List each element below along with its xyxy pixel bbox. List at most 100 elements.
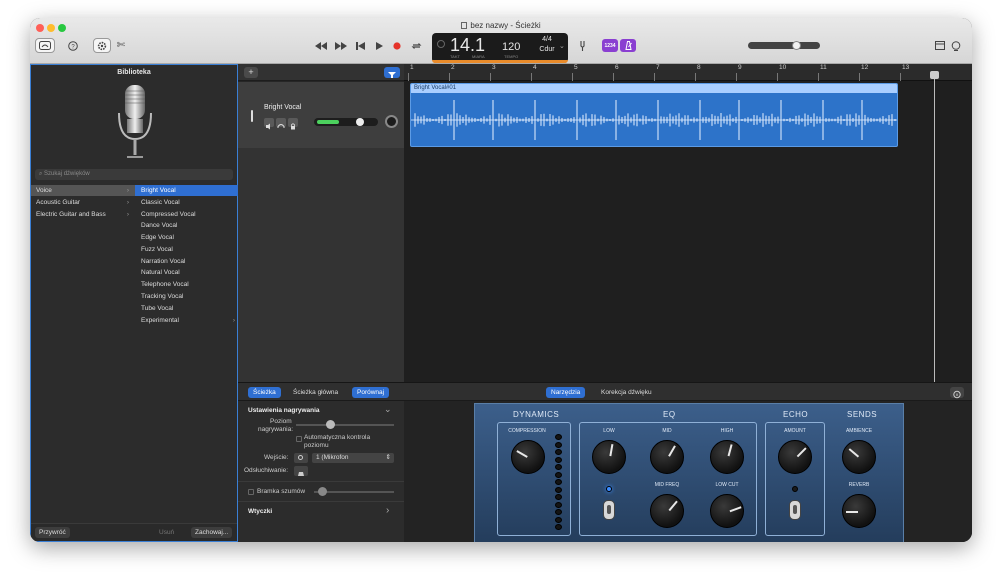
- volume-slider-knob[interactable]: [792, 41, 801, 50]
- rewind-icon: [315, 41, 327, 50]
- input-format-button[interactable]: [294, 453, 308, 463]
- monitoring-button[interactable]: [294, 466, 308, 476]
- ruler-tick: [449, 73, 450, 81]
- noise-gate-knob[interactable]: [318, 487, 327, 496]
- tab-compare[interactable]: Porównaj: [352, 387, 390, 398]
- track-list-empty-area[interactable]: [238, 148, 404, 382]
- eq-toggle-switch[interactable]: [603, 500, 615, 520]
- chevron-down-icon[interactable]: ⌄: [384, 404, 392, 415]
- master-volume-slider[interactable]: [748, 41, 820, 50]
- smart-controls-button[interactable]: [93, 38, 111, 53]
- revert-button[interactable]: Przywróć: [35, 527, 70, 538]
- record-enable-button[interactable]: [288, 118, 298, 130]
- playhead-handle[interactable]: [930, 71, 939, 79]
- chevron-right-icon[interactable]: ›: [386, 505, 389, 516]
- track-name[interactable]: Bright Vocal: [264, 104, 301, 111]
- library-search-input[interactable]: ⌕ Szukaj dźwięków: [35, 169, 233, 180]
- go-to-beginning-button[interactable]: [354, 38, 366, 53]
- rewind-button[interactable]: [314, 38, 328, 53]
- eq-low-knob[interactable]: [592, 440, 626, 474]
- region-name: Bright Vocal#01: [411, 84, 897, 93]
- preset-classic-vocal[interactable]: Classic Vocal: [135, 197, 239, 208]
- recording-settings-title[interactable]: Ustawienia nagrywania: [248, 407, 320, 414]
- fast-forward-button[interactable]: [334, 38, 348, 53]
- tab-track[interactable]: Ścieżka: [248, 387, 281, 398]
- notepad-icon: [935, 41, 945, 50]
- noise-gate-checkbox[interactable]: [248, 489, 254, 495]
- record-button[interactable]: [391, 38, 403, 53]
- auto-level-label-2: poziomu: [304, 442, 329, 449]
- category-voice[interactable]: Voice ›: [31, 185, 135, 196]
- library-button[interactable]: [35, 38, 55, 53]
- preset-experimental[interactable]: Experimental ›: [135, 315, 239, 326]
- inspector-button[interactable]: [950, 387, 964, 399]
- lcd-display[interactable]: 14.1 TAKT MIARA 120 TEMPO 4/4 Cdur ⌄: [432, 33, 568, 63]
- echo-toggle-switch[interactable]: [789, 500, 801, 520]
- mute-button[interactable]: [264, 118, 274, 130]
- noise-gate-slider[interactable]: [314, 487, 394, 496]
- preset-narration-vocal[interactable]: Narration Vocal: [135, 256, 239, 267]
- reverb-knob[interactable]: [842, 494, 876, 528]
- notepad-button[interactable]: [934, 38, 946, 53]
- ruler-bar-number: 9: [738, 64, 742, 71]
- category-electric-guitar[interactable]: Electric Guitar and Bass ›: [31, 209, 135, 220]
- preset-bright-vocal[interactable]: Bright Vocal: [135, 185, 239, 196]
- loop-browser-button[interactable]: [950, 38, 962, 53]
- lcd-time-signature[interactable]: 4/4: [536, 36, 558, 43]
- eq-high-knob[interactable]: [710, 440, 744, 474]
- play-button[interactable]: [373, 38, 385, 53]
- smart-controls-pane: Ścieżka Ścieżka główna Porównaj Narzędzi…: [238, 382, 972, 542]
- smart-filter-button[interactable]: [384, 67, 400, 78]
- preset-telephone-vocal[interactable]: Telephone Vocal: [135, 279, 239, 290]
- preset-tracking-vocal[interactable]: Tracking Vocal: [135, 291, 239, 302]
- garageband-window: bez nazwy - Ścieżki ? ✄ 14.1 TAKT MIARA …: [30, 18, 972, 542]
- tuner-button[interactable]: [576, 38, 588, 53]
- tab-master-track[interactable]: Ścieżka główna: [288, 387, 343, 398]
- lcd-tempo[interactable]: 120: [502, 41, 520, 53]
- track-volume-knob[interactable]: [356, 118, 364, 126]
- eq-mid-knob[interactable]: [650, 440, 684, 474]
- tab-eq[interactable]: Korekcja dźwięku: [596, 387, 657, 398]
- add-track-button[interactable]: +: [244, 67, 258, 78]
- chevron-updown-icon: ⇕: [385, 454, 391, 461]
- input-select[interactable]: 1 (Mikrofon ⇕: [312, 453, 394, 463]
- headphones-button[interactable]: [276, 118, 286, 128]
- compression-knob[interactable]: [511, 440, 545, 474]
- save-button[interactable]: Zachowaj...: [191, 527, 233, 538]
- audio-region[interactable]: Bright Vocal#01: [410, 83, 898, 147]
- monitor-icon: [298, 472, 304, 476]
- preset-tube-vocal[interactable]: Tube Vocal: [135, 303, 239, 314]
- cycle-button[interactable]: [409, 38, 423, 53]
- editors-button[interactable]: ✄: [115, 38, 127, 53]
- eq-low-cut-knob[interactable]: [710, 494, 744, 528]
- plugins-title[interactable]: Wtyczki: [248, 508, 272, 515]
- track-pan-knob[interactable]: [385, 115, 398, 128]
- library-search-placeholder: Szukaj dźwięków: [44, 171, 90, 177]
- ambience-knob[interactable]: [842, 440, 876, 474]
- meter-led: [555, 494, 562, 500]
- preset-fuzz-vocal[interactable]: Fuzz Vocal: [135, 244, 239, 255]
- recording-level-knob[interactable]: [326, 420, 335, 429]
- preset-compressed-vocal[interactable]: Compressed Vocal: [135, 209, 239, 220]
- tab-controls[interactable]: Narzędzia: [546, 387, 586, 398]
- metronome-button[interactable]: [620, 39, 636, 52]
- eq-mid-freq-knob[interactable]: [650, 494, 684, 528]
- playhead[interactable]: [930, 71, 939, 382]
- lcd-key[interactable]: Cdur: [536, 46, 558, 53]
- preset-edge-vocal[interactable]: Edge Vocal: [135, 232, 239, 243]
- track-volume-slider[interactable]: [314, 118, 378, 126]
- track-header-bright-vocal[interactable]: Bright Vocal: [238, 82, 404, 148]
- tracks-timeline[interactable]: 1 2 3 4 5 6 7 8 9 10 11 12 13 Bright Vocal#01: [404, 64, 972, 382]
- timeline-ruler[interactable]: 1 2 3 4 5 6 7 8 9 10 11 12 13: [404, 64, 972, 81]
- category-acoustic-guitar[interactable]: Acoustic Guitar ›: [31, 197, 135, 208]
- delete-button[interactable]: Usuń: [155, 527, 178, 538]
- count-in-button[interactable]: 1234: [602, 39, 618, 52]
- auto-level-checkbox[interactable]: [296, 436, 302, 442]
- echo-amount-knob[interactable]: [778, 440, 812, 474]
- recording-level-slider[interactable]: [296, 420, 394, 429]
- preset-natural-vocal[interactable]: Natural Vocal: [135, 267, 239, 278]
- help-button[interactable]: ?: [66, 38, 80, 53]
- preset-dance-vocal[interactable]: Dance Vocal: [135, 220, 239, 231]
- chevron-down-icon[interactable]: ⌄: [559, 42, 565, 50]
- ruler-tick: [695, 73, 696, 81]
